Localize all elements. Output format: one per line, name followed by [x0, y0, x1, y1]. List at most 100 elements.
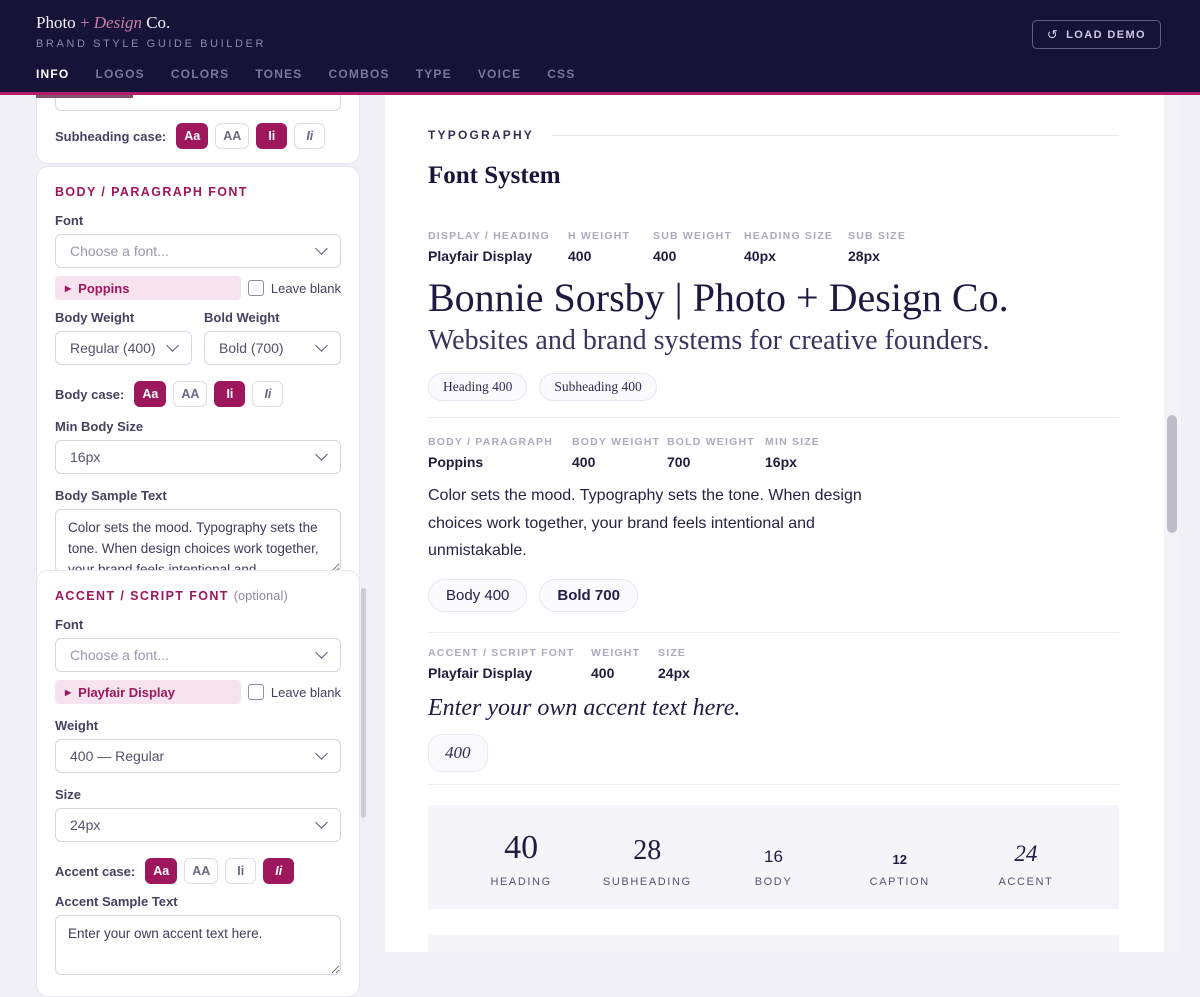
divider	[428, 783, 1119, 785]
leave-blank-checkbox[interactable]	[247, 684, 264, 700]
brand-logo: Photo + Design Co.	[36, 13, 170, 33]
accent-size-select[interactable]: 24px	[55, 808, 341, 842]
scale-value: 24	[1014, 841, 1038, 867]
chevron-down-icon	[315, 242, 328, 255]
size-scale-box: 40 HEADING 28 SUBHEADING 16 BODY 12 CAPTION …	[428, 804, 1119, 909]
sidebar-scrollbar-thumb[interactable]	[361, 588, 366, 818]
refresh-icon: ↺	[1046, 26, 1060, 42]
accent-font-select[interactable]: Choose a font...	[55, 638, 341, 672]
heading-sample: Bonnie Sorsby | Photo + Design Co.	[428, 275, 1009, 320]
accent-leave-blank[interactable]: Leave blank	[247, 684, 341, 700]
typography-section-label: TYPOGRAPHY	[428, 128, 535, 142]
tab-info[interactable]: INFO	[36, 67, 69, 83]
next-section-box	[428, 934, 1119, 952]
scale-item-body: 16 BODY	[710, 825, 836, 888]
chevron-down-icon	[315, 747, 328, 760]
leave-blank-checkbox[interactable]	[247, 280, 264, 296]
body-weight-pill: Body 400	[428, 578, 528, 612]
scale-value: 12	[892, 852, 907, 868]
spec-col: ACCENT / SCRIPT FONT Playfair Display	[428, 647, 591, 681]
case-button-sentence[interactable]: Aa	[145, 858, 178, 884]
case-button-italic[interactable]: Ii	[294, 123, 326, 149]
accent-sample-textarea[interactable]: Enter your own accent text here.	[55, 915, 341, 975]
body-pill-row: Body 400 Bold 700	[428, 578, 1119, 612]
spec-label: WEIGHT	[591, 646, 641, 659]
spec-value: 28px	[848, 248, 880, 264]
case-button-sentence[interactable]: Aa	[134, 381, 167, 407]
accent-size-value: 24px	[70, 817, 101, 833]
spec-col: DISPLAY / HEADING Playfair Display	[428, 230, 568, 264]
tab-tones[interactable]: TONES	[255, 67, 302, 83]
body-font-select[interactable]: Choose a font...	[55, 234, 341, 268]
accent-case-label: Accent case:	[55, 863, 136, 879]
spec-col: HEADING SIZE 40px	[744, 230, 848, 264]
body-leave-blank[interactable]: Leave blank	[247, 280, 341, 296]
page-scrollbar[interactable]	[1164, 95, 1180, 952]
body-weight-value: Regular (400)	[70, 340, 156, 356]
bold-weight-select[interactable]: Bold (700)	[204, 331, 341, 365]
case-button-upper[interactable]: AA	[184, 858, 219, 884]
play-icon: ▶	[65, 283, 72, 293]
load-demo-button[interactable]: ↺ LOAD DEMO	[1031, 20, 1161, 49]
spec-label: BOLD WEIGHT	[667, 436, 755, 448]
scale-item-subheading: 28 SUBHEADING	[584, 825, 710, 888]
page-scrollbar-thumb[interactable]	[1167, 415, 1177, 533]
spec-value: 400	[653, 248, 677, 264]
case-button-italic[interactable]: Ii	[263, 858, 295, 884]
scale-value: 40	[504, 829, 539, 867]
body-sample-textarea[interactable]: Color sets the mood. Typography sets the…	[55, 509, 341, 573]
accent-font-title-text: ACCENT / SCRIPT FONT	[55, 589, 229, 603]
case-button-regular[interactable]: Ii	[225, 858, 257, 884]
spec-label: SIZE	[658, 646, 687, 659]
spec-value: 400	[568, 248, 592, 264]
case-button-italic[interactable]: Ii	[252, 381, 284, 407]
spec-label: HEADING SIZE	[744, 230, 834, 242]
accent-font-title: ACCENT / SCRIPT FONT (optional)	[55, 589, 341, 603]
spec-value: 24px	[658, 664, 690, 681]
tab-logos[interactable]: LOGOS	[95, 67, 144, 83]
accent-weight-select[interactable]: 400 — Regular	[55, 739, 341, 773]
brand-subtitle: BRAND STYLE GUIDE BUILDER	[36, 38, 267, 50]
tab-colors[interactable]: COLORS	[171, 67, 230, 83]
case-button-upper[interactable]: AA	[173, 381, 208, 407]
body-case-group: Body case: Aa AA Ii Ii	[55, 381, 341, 407]
accent-sample-label: Accent Sample Text	[55, 894, 178, 909]
body-font-placeholder: Choose a font...	[70, 243, 169, 259]
brand-photo: Photo	[36, 13, 76, 32]
spec-col: SUB WEIGHT 400	[653, 230, 744, 264]
selected-accent-font-tag[interactable]: ▶ Playfair Display	[55, 680, 241, 704]
section-rule	[552, 134, 1119, 136]
case-button-upper[interactable]: AA	[215, 123, 250, 149]
heading-spec-row: DISPLAY / HEADING Playfair Display H WEIG…	[428, 230, 1119, 264]
nav-tabs: INFO LOGOS COLORS TONES COMBOS TYPE VOIC…	[36, 67, 575, 83]
body-font-card: BODY / PARAGRAPH FONT Font Choose a font…	[36, 166, 360, 595]
bold-weight-value: Bold (700)	[219, 340, 284, 356]
min-body-size-select[interactable]: 16px	[55, 440, 341, 474]
body-sample-paragraph: Color sets the mood. Typography sets the…	[428, 487, 862, 560]
spec-value: 40px	[744, 248, 776, 264]
brand-co: Co.	[146, 13, 171, 32]
scale-label: BODY	[754, 876, 793, 889]
scale-item-heading: 40 HEADING	[458, 825, 584, 888]
tab-type[interactable]: TYPE	[416, 67, 452, 83]
tab-css[interactable]: CSS	[547, 67, 575, 83]
accent-case-group: Accent case: Aa AA Ii Ii	[55, 858, 341, 884]
tab-voice[interactable]: VOICE	[478, 67, 521, 83]
case-button-regular[interactable]: Ii	[256, 123, 288, 149]
case-button-sentence[interactable]: Aa	[176, 123, 209, 149]
chevron-down-icon	[315, 448, 328, 461]
spec-label: BODY / PARAGRAPH	[428, 436, 553, 448]
spec-col: BODY WEIGHT 400	[572, 436, 667, 470]
spec-label: H WEIGHT	[568, 230, 631, 242]
body-weight-select[interactable]: Regular (400)	[55, 331, 192, 365]
chevron-down-icon	[315, 646, 328, 659]
case-button-regular[interactable]: Ii	[214, 381, 246, 407]
brand-design: Design	[93, 13, 142, 32]
accent-optional-label: (optional)	[233, 589, 288, 603]
accent-size-label: Size	[55, 787, 82, 802]
tab-combos[interactable]: COMBOS	[328, 67, 389, 83]
heading-weight-pill: Heading 400	[428, 373, 528, 401]
preview-panel: TYPOGRAPHY Font System DISPLAY / HEADING…	[385, 95, 1164, 952]
selected-body-font-tag[interactable]: ▶ Poppins	[55, 276, 241, 300]
selected-body-font-name: Poppins	[78, 280, 130, 296]
